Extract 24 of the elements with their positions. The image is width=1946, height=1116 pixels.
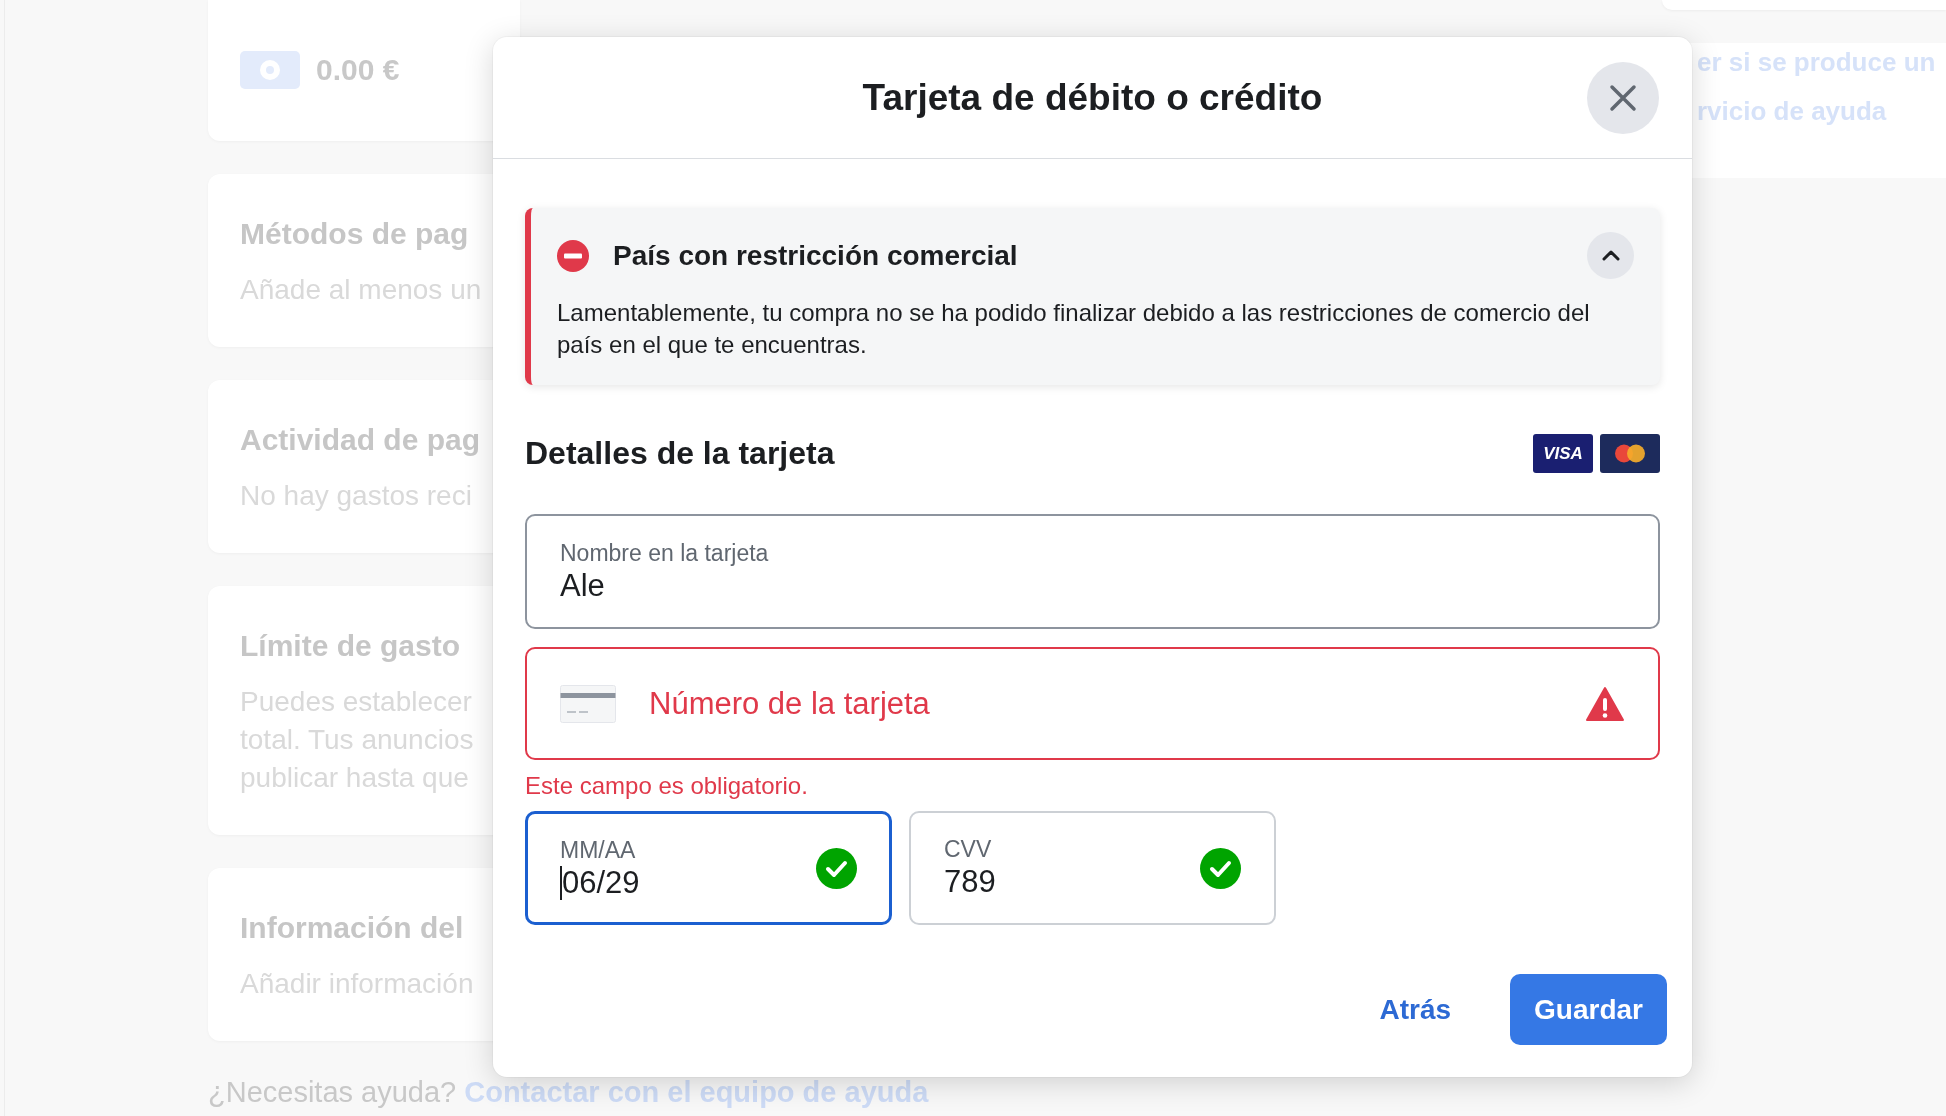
alert-title: País con restricción comercial xyxy=(613,239,1018,272)
card-number-field[interactable]: Número de la tarjeta xyxy=(525,647,1660,760)
back-button[interactable]: Atrás xyxy=(1349,974,1482,1045)
no-entry-icon xyxy=(557,239,589,272)
coin-icon xyxy=(240,51,300,89)
section-title: Actividad de pag xyxy=(240,422,481,458)
chevron-up-icon xyxy=(1601,250,1620,261)
error-message: Este campo es obligatorio. xyxy=(525,772,808,800)
collapse-button[interactable] xyxy=(1587,232,1634,279)
save-button[interactable]: Guardar xyxy=(1510,974,1667,1045)
section-title: Información del xyxy=(240,910,464,946)
warning-icon xyxy=(1585,685,1625,722)
close-icon xyxy=(1609,83,1637,112)
section-heading: Detalles de la tarjeta xyxy=(525,435,835,472)
card-icon xyxy=(560,684,616,723)
circles-logo-icon xyxy=(1600,434,1660,473)
expiry-date-field[interactable]: MM/AA 06/29 xyxy=(525,811,892,925)
alert-message: Lamentablemente, tu compra no se ha podido finalizar debido a las restricciones de comercio del país en el que te encuentras. xyxy=(557,298,1591,360)
cvv-field[interactable]: CVV 789 xyxy=(909,811,1276,925)
visa-logo: VISA xyxy=(1533,434,1593,473)
cardholder-name-field[interactable]: Nombre en la tarjeta Ale xyxy=(525,514,1660,629)
section-title: Métodos de pag xyxy=(240,216,469,252)
section-title: Límite de gasto xyxy=(240,628,461,664)
dialog-title: Tarjeta de débito o crédito xyxy=(862,76,1323,119)
